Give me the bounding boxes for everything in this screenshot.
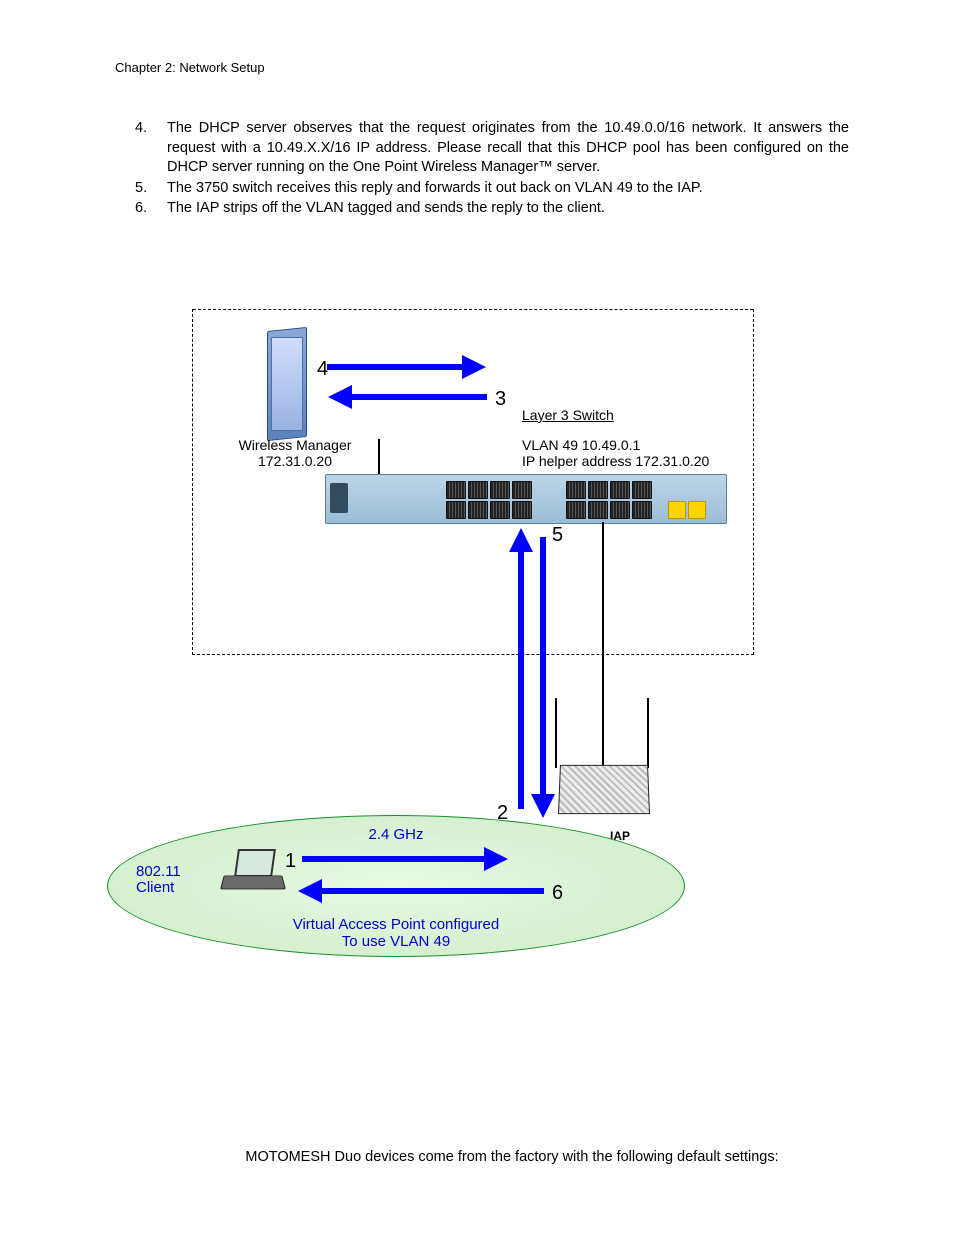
network-diagram: Wireless Manager 172.31.0.20 Layer 3 Swi… bbox=[107, 309, 827, 1049]
vlan-config-label: VLAN 49 10.49.0.1 IP helper address 172.… bbox=[522, 437, 709, 469]
step-text: The 3750 switch receives this reply and … bbox=[167, 180, 703, 196]
step-number: 5. bbox=[135, 179, 147, 199]
switch-icon bbox=[325, 474, 727, 524]
step-5: 5. The 3750 switch receives this reply a… bbox=[135, 179, 849, 199]
laptop-icon bbox=[222, 849, 282, 893]
server-icon bbox=[267, 319, 307, 439]
step-number: 6. bbox=[135, 199, 147, 219]
frequency-label: 2.4 GHz bbox=[108, 826, 684, 843]
step-text: The DHCP server observes that the reques… bbox=[167, 120, 849, 175]
step-text: The IAP strips off the VLAN tagged and s… bbox=[167, 200, 605, 216]
layer3-switch-label: Layer 3 Switch bbox=[522, 407, 614, 423]
wireless-manager-label: Wireless Manager 172.31.0.20 bbox=[225, 437, 365, 469]
chapter-header: Chapter 2: Network Setup bbox=[115, 60, 849, 75]
step-6: 6. The IAP strips off the VLAN tagged an… bbox=[135, 199, 849, 219]
client-label: 802.11 Client bbox=[136, 864, 181, 897]
footer-note: MOTOMESH Duo devices come from the facto… bbox=[115, 1149, 849, 1165]
wireless-cloud: 2.4 GHz 802.11 Client Virtual Access Poi… bbox=[107, 815, 685, 957]
iap-icon bbox=[559, 764, 647, 822]
steps-list: 4. The DHCP server observes that the req… bbox=[135, 119, 849, 219]
vap-label: Virtual Access Point configured To use V… bbox=[108, 916, 684, 950]
step-4: 4. The DHCP server observes that the req… bbox=[135, 119, 849, 178]
step-number: 4. bbox=[135, 119, 147, 139]
